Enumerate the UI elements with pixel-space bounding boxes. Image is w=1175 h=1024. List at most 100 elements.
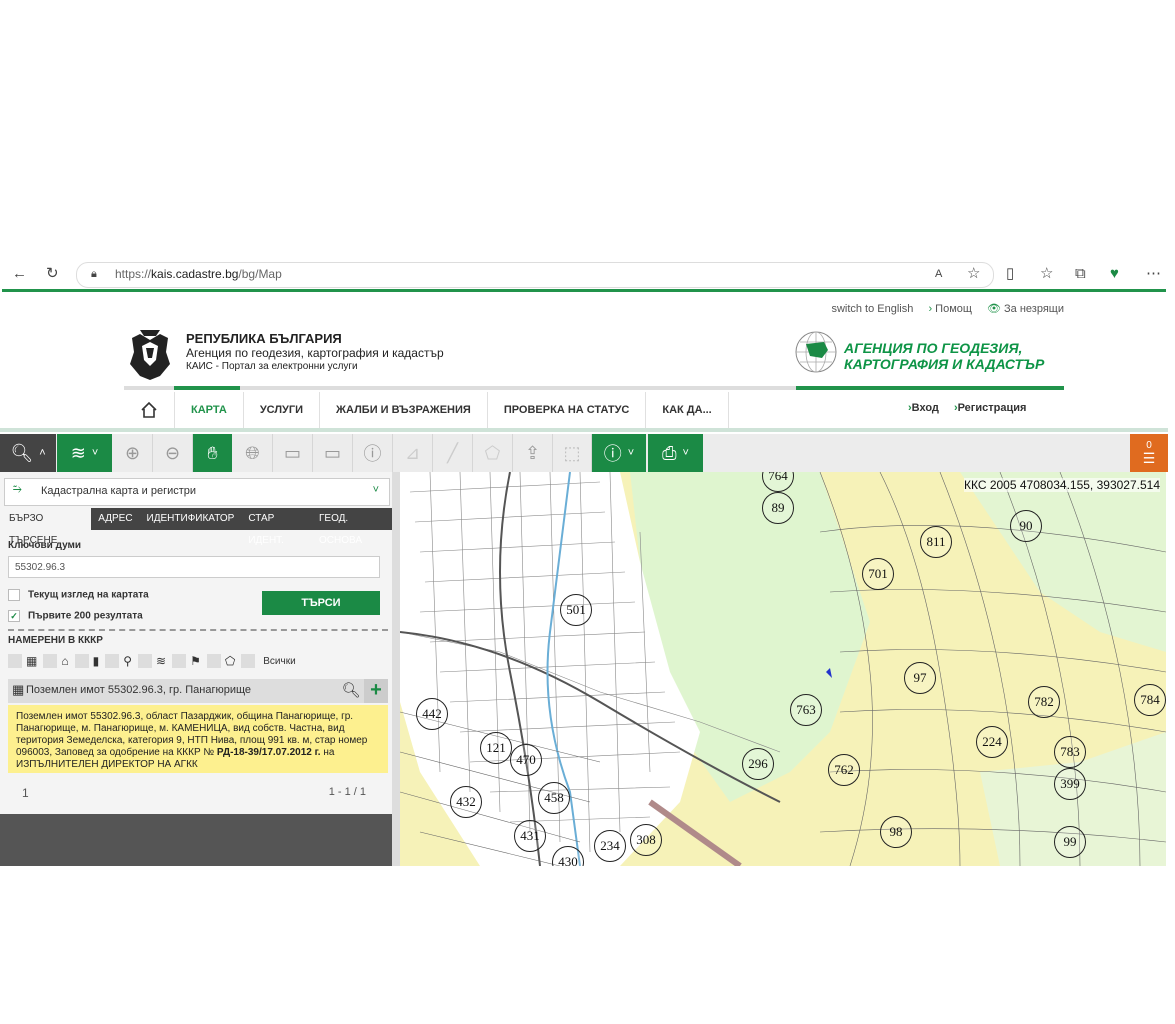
parcel-label[interactable]: 89 <box>762 492 794 524</box>
filter-checkbox[interactable] <box>74 654 89 668</box>
back-icon[interactable]: ← <box>12 263 27 285</box>
parcel-label[interactable]: 97 <box>904 662 936 694</box>
parcel-label[interactable]: 432 <box>450 786 482 818</box>
split-screen-icon[interactable]: ▯ <box>1006 263 1014 285</box>
parcel-label[interactable]: 783 <box>1054 736 1086 768</box>
add-to-basket-icon[interactable]: + <box>364 679 388 703</box>
parcel-label[interactable]: 442 <box>416 698 448 730</box>
checkbox-box[interactable] <box>8 589 20 601</box>
info-icon: ⓘ <box>363 444 382 464</box>
parcel-label[interactable]: 784 <box>1134 684 1166 716</box>
more-icon[interactable]: ⋯ <box>1146 263 1161 285</box>
nav-services[interactable]: УСЛУГИ <box>244 392 321 428</box>
parcel-label[interactable]: 762 <box>828 754 860 786</box>
favorites-icon[interactable]: ☆ <box>1040 263 1053 285</box>
login-link[interactable]: ›Вход <box>908 402 939 414</box>
parcel-label[interactable]: 458 <box>538 782 570 814</box>
address-bar[interactable]: 🔒︎ https://kais.cadastre.bg/bg/Map A ☆ <box>76 262 994 288</box>
search-button[interactable]: ТЪРСИ <box>262 591 380 615</box>
polygon-button[interactable]: ⬠ <box>473 434 513 472</box>
filter-checkbox[interactable] <box>8 654 22 668</box>
parcel-label[interactable]: 399 <box>1054 768 1086 800</box>
full-extent-button[interactable]: 🌐︎ <box>233 434 273 472</box>
zoom-out-button[interactable]: ⊖ <box>153 434 193 472</box>
tab-quick-search[interactable]: БЪРЗО ТЪРСЕНЕ <box>2 508 92 546</box>
tab-old-identifier[interactable]: СТАР ИДЕНТ. <box>241 508 312 546</box>
layer-select[interactable]: ⥲ Кадастрална карта и регистри ˅ <box>4 478 390 506</box>
panel-splitter[interactable] <box>392 472 400 866</box>
pan-button[interactable]: ✋︎ <box>193 434 232 472</box>
globe-logo-icon <box>795 331 837 373</box>
identify-layers-button[interactable]: ⓘ ˅ <box>592 434 646 472</box>
nav-status-check[interactable]: ПРОВЕРКА НА СТАТУС <box>488 392 647 428</box>
zoom-in-button[interactable]: ⊕ <box>113 434 153 472</box>
filter-checkbox[interactable] <box>172 654 187 668</box>
measure-distance-button[interactable]: ╱ <box>433 434 473 472</box>
parcel-label[interactable]: 811 <box>920 526 952 558</box>
parcel-label[interactable]: 99 <box>1054 826 1086 858</box>
nav-complaints[interactable]: ЖАЛБИ И ВЪЗРАЖЕНИЯ <box>320 392 488 428</box>
filter-checkbox-all[interactable] <box>241 654 256 668</box>
parcel-label[interactable]: 90 <box>1010 510 1042 542</box>
parcel-label[interactable]: 121 <box>480 732 512 764</box>
basket-button[interactable]: 0 ☰ <box>1130 434 1168 472</box>
parcel-label[interactable]: 782 <box>1028 686 1060 718</box>
filter-checkbox[interactable] <box>138 654 152 668</box>
measure-area-button[interactable]: ⊿ <box>393 434 433 472</box>
select-area-icon: ⬚ <box>563 442 581 463</box>
reload-icon[interactable]: ↻ <box>46 263 59 285</box>
checkbox-checked-box[interactable]: ✓ <box>8 610 20 622</box>
location-pin-icon: ⚲ <box>123 654 132 668</box>
read-aloud-icon[interactable]: A <box>935 263 942 285</box>
search-toggle-button[interactable]: 🔍︎ ˄ <box>0 434 56 472</box>
result-row[interactable]: ▦ Поземлен имот 55302.96.3, гр. Панагюри… <box>8 679 388 703</box>
parcel-label[interactable]: 431 <box>514 820 546 852</box>
tab-identifier[interactable]: ИДЕНТИФИКАТОР <box>140 508 242 530</box>
extension-icon[interactable]: ♥ <box>1110 263 1119 285</box>
zoom-to-result-icon[interactable]: 🔍︎ <box>340 679 362 703</box>
link-help[interactable]: › Помощ <box>928 303 972 315</box>
upload-button[interactable]: ⇪ <box>513 434 553 472</box>
upload-icon: ⇪ <box>524 442 541 463</box>
top-links: switch to English › Помощ 👁︎ За незрящи <box>819 302 1064 315</box>
collections-icon[interactable]: ⧉ <box>1075 263 1086 285</box>
layers-button[interactable]: ≋ ˅ <box>57 434 112 472</box>
favorite-star-icon[interactable]: ☆ <box>967 263 980 285</box>
result-filters: ▦ ⌂ ▮ ⚲ ≋ ⚑ ⬠ Всички <box>8 654 296 668</box>
select-button[interactable]: ⬚ <box>553 434 592 472</box>
map-view[interactable]: ККС 2005 4708034.155, 393027.514 764 89 … <box>400 472 1166 866</box>
search-icon: 🔍︎ <box>10 442 34 463</box>
parcel-label[interactable]: 296 <box>742 748 774 780</box>
parcel-label[interactable]: 224 <box>976 726 1008 758</box>
nav-home[interactable] <box>124 392 175 428</box>
zoom-box-out-button[interactable]: ▭ <box>313 434 353 472</box>
filter-checkbox[interactable] <box>206 654 221 668</box>
parcel-label[interactable]: 234 <box>594 830 626 862</box>
nav-how-to[interactable]: КАК ДА... <box>646 392 729 428</box>
tab-address[interactable]: АДРЕС <box>91 508 139 530</box>
keywords-input[interactable]: 55302.96.3 <box>8 556 380 578</box>
parcel-label[interactable]: 470 <box>510 744 542 776</box>
register-link[interactable]: ›Регистрация <box>954 402 1026 414</box>
first200-checkbox[interactable]: ✓ Първите 200 резултата <box>8 610 143 622</box>
tab-geodetic-base[interactable]: ГЕОД. ОСНОВА <box>312 508 392 546</box>
parcel-label[interactable]: 763 <box>790 694 822 726</box>
filter-checkbox[interactable] <box>105 654 120 668</box>
result-count: 1 - 1 / 1 <box>328 786 366 798</box>
current-view-checkbox[interactable]: Текущ изглед на картата <box>8 589 149 601</box>
hand-icon: ✋︎ <box>207 442 218 463</box>
parcel-label[interactable]: 701 <box>862 558 894 590</box>
zoom-box-in-button[interactable]: ▭ <box>273 434 313 472</box>
parcel-label[interactable]: 98 <box>880 816 912 848</box>
link-english[interactable]: switch to English <box>831 303 913 315</box>
info-button[interactable]: ⓘ <box>353 434 393 472</box>
print-button[interactable]: ⎙ ˅ <box>648 434 703 472</box>
parcel-label[interactable]: 501 <box>560 594 592 626</box>
nav-map[interactable]: КАРТА <box>175 392 244 428</box>
link-accessibility[interactable]: 👁︎ За незрящи <box>987 303 1064 315</box>
filter-checkbox[interactable] <box>43 654 58 668</box>
parcel-label[interactable]: 308 <box>630 824 662 856</box>
page-number[interactable]: 1 <box>22 786 29 800</box>
chevron-up-icon: ˄ <box>39 447 46 459</box>
main-nav: КАРТА УСЛУГИ ЖАЛБИ И ВЪЗРАЖЕНИЯ ПРОВЕРКА… <box>124 392 729 428</box>
